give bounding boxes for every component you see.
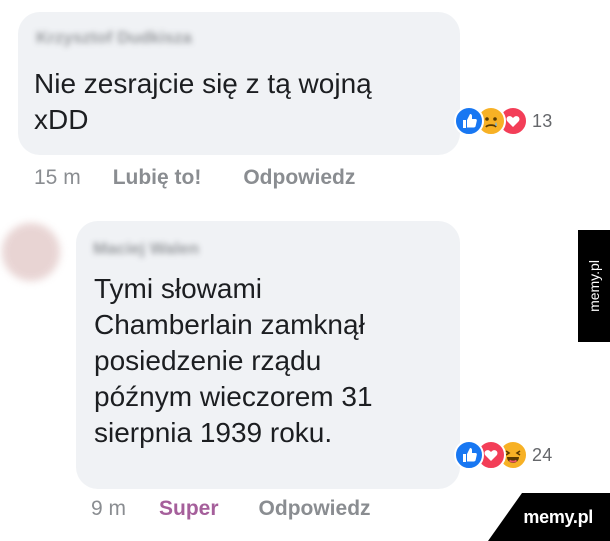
reply-button[interactable]: Odpowiedz bbox=[243, 166, 355, 190]
watermark-side-tab: memy.pl bbox=[578, 230, 610, 342]
thumbs-up-icon bbox=[463, 448, 477, 462]
comment-text: Nie ze srajcie się z tą wojną xDD bbox=[34, 66, 444, 138]
watermark-corner-label: memy.pl bbox=[523, 506, 593, 527]
comment-actions: 15 m Lubię to! Odpowiedz bbox=[34, 166, 355, 190]
comment-actions: 9 m Super Odpowiedz bbox=[91, 497, 371, 521]
watermark-corner-badge: memy.pl bbox=[488, 493, 610, 541]
comment-bubble: Krzysztof Dudkisza Nie ze srajcie się z t… bbox=[18, 12, 460, 155]
comment-text: Tymi słowami Chamberlain zamknął posiedz… bbox=[94, 273, 373, 448]
like-reaction-icon bbox=[454, 106, 484, 136]
watermark-side-label: memy.pl bbox=[586, 260, 603, 312]
comment-author[interactable]: Maciej Walen bbox=[93, 239, 199, 259]
reactions-summary[interactable]: 13 bbox=[454, 104, 552, 138]
comment-author[interactable]: Krzysztof Dudkisza bbox=[36, 28, 192, 48]
like-button[interactable]: Lubię to! bbox=[113, 166, 202, 190]
comment-bubble: Maciej Walen Tymi słowami Chamberlain za… bbox=[76, 221, 460, 489]
reactions-summary[interactable]: 24 bbox=[454, 438, 552, 472]
heart-icon bbox=[484, 450, 498, 461]
thumbs-up-icon bbox=[463, 114, 477, 128]
comment-timestamp[interactable]: 15 m bbox=[34, 166, 81, 190]
super-button[interactable]: Super bbox=[159, 497, 219, 521]
avatar[interactable] bbox=[2, 223, 60, 281]
heart-icon bbox=[506, 116, 520, 127]
reply-button[interactable]: Odpowiedz bbox=[259, 497, 371, 521]
reaction-count: 13 bbox=[532, 110, 553, 131]
like-reaction-icon bbox=[454, 440, 484, 470]
highlighted-text: sra bbox=[111, 68, 155, 101]
highlighted-word: sra bbox=[113, 68, 153, 99]
reaction-count: 24 bbox=[532, 444, 553, 465]
comment-timestamp[interactable]: 9 m bbox=[91, 497, 126, 521]
comment-text-part: Nie ze bbox=[34, 68, 114, 99]
